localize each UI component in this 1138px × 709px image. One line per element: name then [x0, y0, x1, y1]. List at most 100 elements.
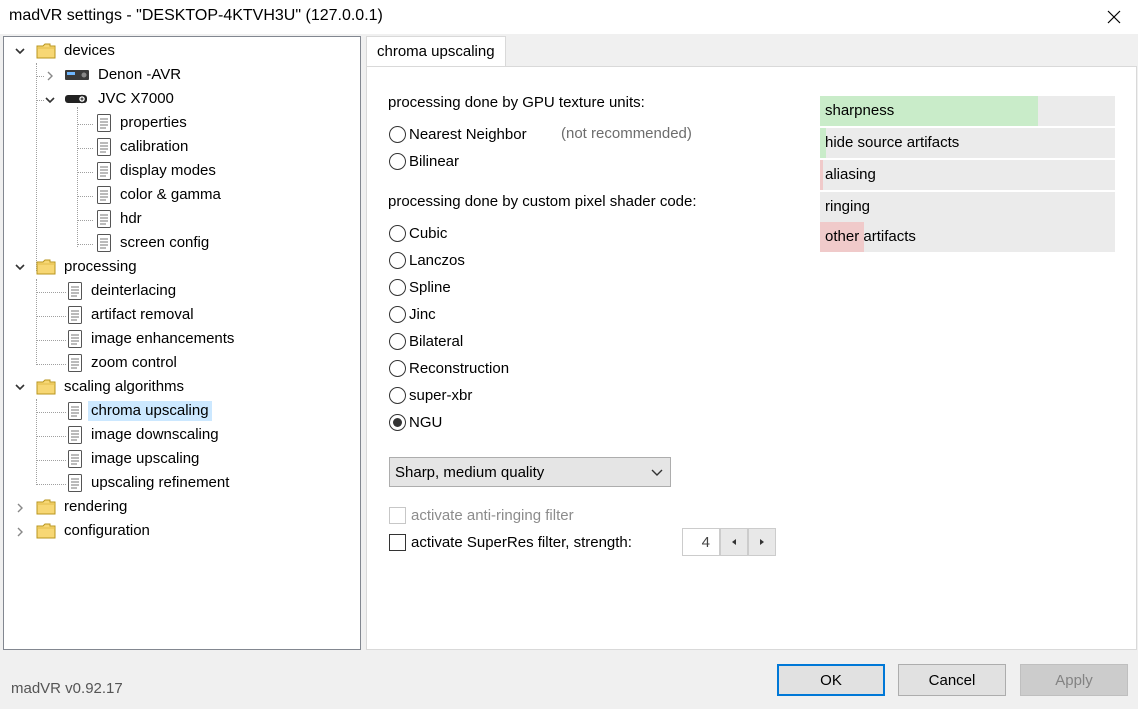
- tree-line: [36, 484, 66, 485]
- right-arrow-icon: [760, 539, 764, 545]
- tree-item-color-gamma[interactable]: color & gamma: [94, 184, 224, 206]
- tree-item-label: scaling algorithms: [64, 378, 185, 395]
- tree-line: [77, 172, 93, 173]
- tree-item-configuration[interactable]: configuration: [36, 520, 153, 542]
- chevron-down-icon[interactable]: [44, 94, 56, 106]
- chevron-right-icon[interactable]: [14, 502, 26, 514]
- document-icon: [68, 426, 82, 444]
- tree-item-devices[interactable]: devices: [36, 40, 118, 62]
- tree-line: [77, 148, 93, 149]
- document-icon: [97, 186, 111, 204]
- tree-item-screen-config[interactable]: screen config: [94, 232, 212, 254]
- tree-item-label: display modes: [120, 162, 216, 179]
- document-icon: [68, 402, 82, 420]
- tree-item-label: hdr: [120, 210, 142, 227]
- tree-item-chroma-upscaling[interactable]: chroma upscaling: [65, 400, 212, 422]
- checkbox-label: activate SuperRes filter, strength:: [411, 534, 632, 551]
- radio-label: Bilateral: [409, 333, 464, 350]
- tree-item-calibration[interactable]: calibration: [94, 136, 191, 158]
- radio-cubic[interactable]: Cubic: [389, 225, 447, 242]
- tree-line: [36, 436, 66, 437]
- document-icon: [68, 354, 82, 372]
- ok-button[interactable]: OK: [777, 664, 885, 696]
- folder-icon: [36, 43, 56, 59]
- tree-line: [77, 244, 93, 245]
- tree-item-deinterlacing[interactable]: deinterlacing: [65, 280, 179, 302]
- tree-item-properties[interactable]: properties: [94, 112, 190, 134]
- tree-item-image-upscaling[interactable]: image upscaling: [65, 448, 202, 470]
- radio-lanczos[interactable]: Lanczos: [389, 252, 465, 269]
- anti-ringing-checkbox[interactable]: activate anti-ringing filter: [389, 507, 574, 524]
- tree-item-display-modes[interactable]: display modes: [94, 160, 219, 182]
- quality-dropdown[interactable]: Sharp, medium quality: [389, 457, 671, 487]
- radio-label: Reconstruction: [409, 360, 510, 377]
- title-bar: madVR settings - "DESKTOP-4KTVH3U" (127.…: [0, 0, 1138, 34]
- tree-item-denon-avr[interactable]: Denon -AVR: [64, 64, 184, 86]
- not-recommended-note: (not recommended): [561, 125, 692, 142]
- tree-item-label: artifact removal: [91, 306, 194, 323]
- radio-label: Lanczos: [409, 252, 465, 269]
- chevron-right-icon[interactable]: [14, 526, 26, 538]
- chevron-down-icon[interactable]: [14, 45, 26, 57]
- projector-icon: [65, 94, 87, 104]
- tree-item-scaling-algorithms[interactable]: scaling algorithms: [36, 376, 187, 398]
- tree-item-rendering[interactable]: rendering: [36, 496, 130, 518]
- radio-jinc[interactable]: Jinc: [389, 306, 436, 323]
- spin-increase-button[interactable]: [748, 528, 776, 556]
- radio-spline[interactable]: Spline: [389, 279, 451, 296]
- cancel-button[interactable]: Cancel: [898, 664, 1006, 696]
- tree-item-label: upscaling refinement: [91, 474, 230, 491]
- quality-dropdown-value: Sharp, medium quality: [395, 463, 545, 481]
- spin-decrease-button[interactable]: [720, 528, 748, 556]
- chevron-down-icon: [651, 469, 663, 476]
- tree-item-image-downscaling[interactable]: image downscaling: [65, 424, 222, 446]
- left-arrow-icon: [732, 539, 736, 545]
- tree-line: [36, 292, 66, 293]
- close-button[interactable]: [1098, 2, 1130, 32]
- chevron-right-icon[interactable]: [44, 70, 56, 82]
- tree-item-label: image enhancements: [91, 330, 235, 347]
- folder-icon: [36, 379, 56, 395]
- tab-chroma-upscaling[interactable]: chroma upscaling: [366, 36, 506, 67]
- radio-label: NGU: [409, 414, 443, 431]
- radio-super-xbr[interactable]: super-xbr: [389, 387, 472, 404]
- radio-ngu[interactable]: NGU: [389, 414, 442, 431]
- tree-item-label: rendering: [64, 498, 128, 515]
- document-icon: [68, 282, 82, 300]
- settings-tree[interactable]: devices Denon -AVR JVC X7000 properties …: [3, 36, 361, 650]
- meter-label: other artifacts: [825, 228, 916, 245]
- radio-circle: [389, 306, 406, 323]
- chevron-down-icon[interactable]: [14, 261, 26, 273]
- tree-line: [36, 340, 66, 341]
- document-icon: [68, 330, 82, 348]
- tree-item-zoom-control[interactable]: zoom control: [65, 352, 180, 374]
- apply-button[interactable]: Apply: [1020, 664, 1128, 696]
- radio-bilateral[interactable]: Bilateral: [389, 333, 463, 350]
- chevron-down-icon[interactable]: [14, 381, 26, 393]
- radio-nearest-neighbor[interactable]: Nearest Neighbor: [389, 126, 527, 143]
- tree-item-label: Denon -AVR: [98, 66, 182, 83]
- radio-bilinear[interactable]: Bilinear: [389, 153, 459, 170]
- tree-item-jvc-x7000[interactable]: JVC X7000: [64, 88, 177, 110]
- tree-item-processing[interactable]: processing: [36, 256, 140, 278]
- document-icon: [68, 306, 82, 324]
- tree-line: [36, 76, 44, 77]
- document-icon: [97, 210, 111, 228]
- radio-reconstruction[interactable]: Reconstruction: [389, 360, 509, 377]
- superres-checkbox[interactable]: activate SuperRes filter, strength:: [389, 534, 632, 551]
- tree-line: [36, 316, 66, 317]
- radio-label: Jinc: [409, 306, 436, 323]
- tree-item-label: configuration: [64, 522, 150, 539]
- meter-label: ringing: [825, 198, 871, 215]
- shader-section-label: processing done by custom pixel shader c…: [388, 193, 697, 210]
- radio-circle: [389, 387, 406, 404]
- version-label: madVR v0.92.17: [11, 680, 123, 697]
- superres-strength-input[interactable]: 4: [682, 528, 720, 556]
- checkbox-box: [389, 507, 406, 524]
- tree-item-label: image upscaling: [91, 450, 200, 467]
- tree-item-artifact-removal[interactable]: artifact removal: [65, 304, 197, 326]
- tree-item-hdr[interactable]: hdr: [94, 208, 145, 230]
- tree-item-image-enhancements[interactable]: image enhancements: [65, 328, 237, 350]
- tree-item-upscaling-refinement[interactable]: upscaling refinement: [65, 472, 232, 494]
- window-title: madVR settings - "DESKTOP-4KTVH3U" (127.…: [9, 7, 383, 24]
